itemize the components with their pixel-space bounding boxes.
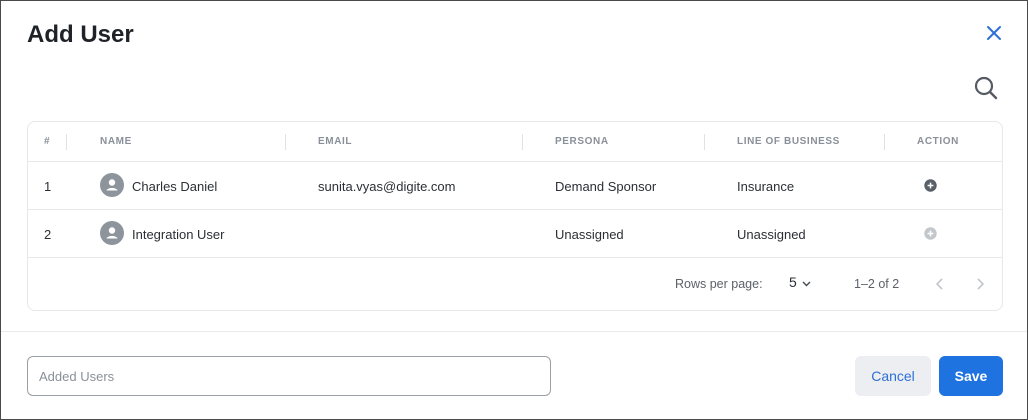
- column-header-email: EMAIL: [318, 136, 353, 147]
- dialog-title: Add User: [27, 21, 134, 48]
- column-separator: [66, 134, 67, 150]
- column-header-name: NAME: [100, 136, 132, 147]
- user-icon: [106, 227, 118, 239]
- search-button[interactable]: [972, 74, 1000, 102]
- column-header-action: ACTION: [917, 136, 959, 147]
- avatar: [100, 173, 124, 197]
- cancel-button[interactable]: Cancel: [855, 356, 931, 396]
- column-separator: [704, 134, 705, 150]
- column-header-index: #: [44, 136, 51, 147]
- save-button[interactable]: Save: [939, 356, 1003, 396]
- pagination: Rows per page: 5 1–2 of 2: [28, 260, 1002, 310]
- user-name: Charles Daniel: [132, 179, 218, 194]
- add-circle-icon: [924, 179, 937, 192]
- user-persona: Demand Sponsor: [555, 179, 657, 194]
- search-icon: [974, 76, 998, 100]
- avatar: [100, 221, 124, 245]
- add-circle-icon: [924, 227, 937, 240]
- user-name: Integration User: [132, 227, 225, 242]
- added-users-input[interactable]: [27, 356, 551, 396]
- user-email: sunita.vyas@digite.com: [318, 179, 456, 194]
- table-row: 1 Charles Daniel sunita.vyas@digite.com …: [28, 162, 1002, 210]
- table-row: 2 Integration User Unassigned Unassigned: [28, 210, 1002, 258]
- chevron-right-icon[interactable]: [973, 277, 987, 291]
- add-user-dialog: Add User # NAME EMAIL PERSONA LINE OF BU…: [0, 0, 1028, 420]
- pagination-range: 1–2 of 2: [854, 277, 900, 291]
- user-persona: Unassigned: [555, 227, 624, 242]
- add-user-action-button[interactable]: [924, 227, 937, 240]
- column-separator: [884, 134, 885, 150]
- column-header-line-of-business: LINE OF BUSINESS: [737, 136, 840, 147]
- add-user-action-button[interactable]: [924, 179, 937, 192]
- user-icon: [106, 179, 118, 191]
- table-header: # NAME EMAIL PERSONA LINE OF BUSINESS AC…: [28, 122, 1002, 162]
- row-index: 1: [44, 179, 52, 194]
- chevron-down-icon[interactable]: [802, 281, 811, 287]
- users-table: # NAME EMAIL PERSONA LINE OF BUSINESS AC…: [27, 121, 1003, 311]
- column-separator: [522, 134, 523, 150]
- footer-divider: [1, 331, 1027, 332]
- close-button[interactable]: [983, 22, 1005, 44]
- user-line-of-business: Insurance: [737, 179, 795, 194]
- column-header-persona: PERSONA: [555, 136, 609, 147]
- rows-per-page-label: Rows per page:: [675, 277, 763, 291]
- rows-per-page-select[interactable]: 5: [789, 274, 797, 290]
- close-icon: [987, 26, 1001, 40]
- user-line-of-business: Unassigned: [737, 227, 806, 242]
- chevron-left-icon[interactable]: [933, 277, 947, 291]
- column-separator: [285, 134, 286, 150]
- row-index: 2: [44, 227, 52, 242]
